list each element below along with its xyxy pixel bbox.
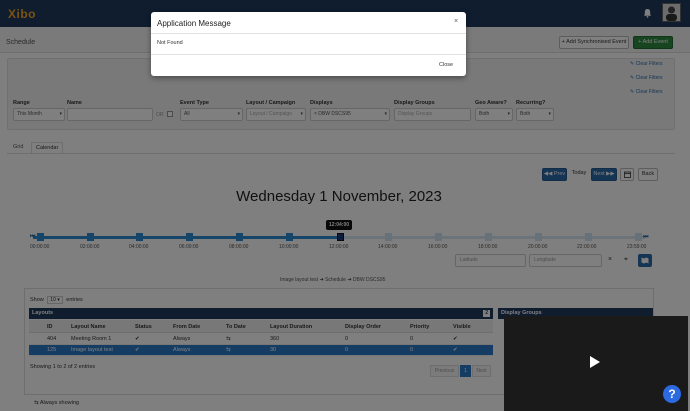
dialog-message: Not Found — [157, 40, 183, 46]
play-icon[interactable] — [590, 356, 600, 368]
application-message-dialog: Application Message × Not Found Close — [151, 12, 466, 76]
dialog-close-button[interactable]: Close — [439, 62, 453, 68]
dialog-title: Application Message — [157, 19, 231, 28]
dialog-divider — [151, 33, 466, 34]
dialog-divider — [151, 54, 466, 55]
close-icon[interactable]: × — [454, 18, 458, 25]
help-button[interactable]: ? — [663, 385, 681, 403]
video-player[interactable] — [504, 316, 688, 411]
